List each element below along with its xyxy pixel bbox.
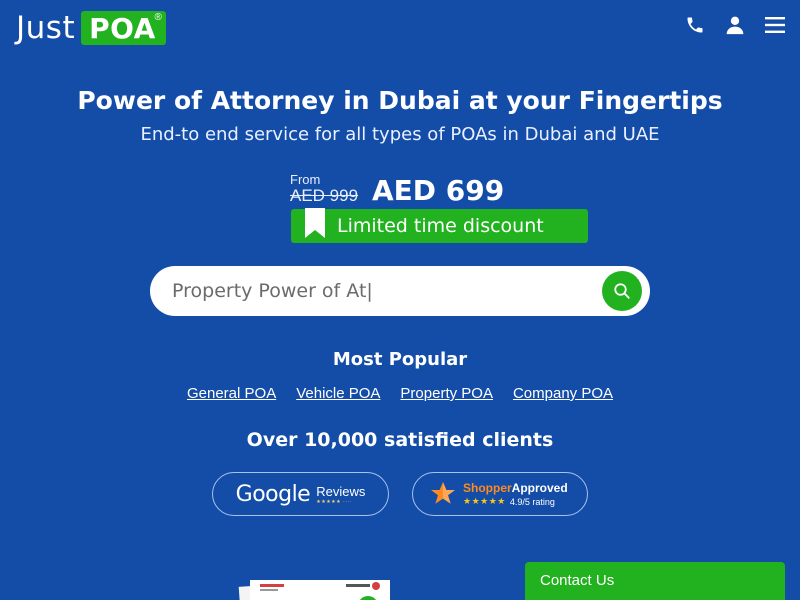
logo-badge: POA ® <box>81 11 166 45</box>
google-wordmark: Google <box>235 481 311 507</box>
old-price: AED 999 <box>290 186 359 205</box>
shopper-approved-rating: 4.9/5 rating <box>509 496 555 507</box>
shopper-approved-stars: ★★★★★ <box>463 496 506 506</box>
google-rating-stars: ★★★★★ ···· <box>316 498 352 505</box>
hero-title: Power of Attorney in Dubai at your Finge… <box>77 86 723 115</box>
most-popular-heading: Most Popular <box>332 349 468 370</box>
bookmark-icon <box>305 208 325 238</box>
site-header: Just POA ® <box>0 0 800 56</box>
justpoa-logo[interactable]: Just POA ® <box>16 10 166 46</box>
search-input[interactable] <box>172 266 592 316</box>
link-company-poa[interactable]: Company POA <box>513 385 613 402</box>
shopper-approved-star-icon <box>431 482 455 504</box>
search-icon <box>614 283 630 299</box>
logo-text: Just <box>16 10 76 46</box>
header-actions <box>684 14 786 36</box>
shopper-approved-brand: ShopperApproved <box>463 481 568 495</box>
logo-registered-mark: ® <box>154 12 162 23</box>
clients-heading: Over 10,000 satisfied clients <box>246 429 554 451</box>
poa-document-image <box>238 580 390 600</box>
menu-icon[interactable] <box>764 14 786 36</box>
discount-banner: Limited time discount <box>291 208 588 243</box>
discount-label: Limited time discount <box>337 215 544 237</box>
user-icon[interactable] <box>724 14 746 36</box>
logo-badge-text: POA <box>89 11 156 45</box>
google-reviews-badge[interactable]: Google Reviews ★★★★★ ···· <box>212 472 389 516</box>
phone-icon[interactable] <box>684 14 706 36</box>
link-property-poa[interactable]: Property POA <box>400 385 493 402</box>
google-reviews-label: Reviews <box>316 483 366 499</box>
popular-links: General POA Vehicle POA Property POA Com… <box>0 385 800 402</box>
link-vehicle-poa[interactable]: Vehicle POA <box>296 385 380 402</box>
hero-subtitle: End-to end service for all types of POAs… <box>140 124 660 145</box>
shopper-approved-badge[interactable]: ShopperApproved ★★★★★ 4.9/5 rating <box>412 472 588 516</box>
link-general-poa[interactable]: General POA <box>187 385 276 402</box>
contact-us-button[interactable]: Contact Us <box>525 562 785 600</box>
price-from-label: From <box>290 172 321 187</box>
new-price: AED 699 <box>372 174 505 207</box>
poa-search-bar <box>150 266 650 316</box>
price-block: From AED 999 AED 699 Limited time discou… <box>290 172 590 244</box>
search-button[interactable] <box>602 271 642 311</box>
